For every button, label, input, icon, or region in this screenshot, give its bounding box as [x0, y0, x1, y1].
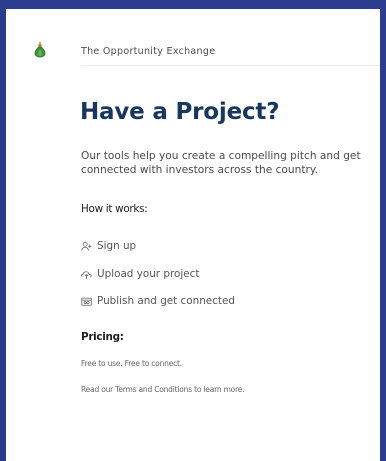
flame-drop-icon — [34, 41, 46, 58]
upload-icon — [81, 270, 92, 279]
how-it-works-heading: How it works: — [81, 203, 148, 215]
step-label: Upload your project — [97, 268, 200, 280]
step-label: Sign up — [97, 240, 137, 252]
pricing-heading: Pricing: — [81, 331, 124, 343]
add-user-icon — [81, 241, 92, 251]
page-title: Have a Project? — [80, 99, 280, 125]
pricing-text: Free to use. Free to connect. — [81, 359, 182, 368]
intro-text: Our tools help you create a compelling p… — [81, 150, 361, 176]
header-divider — [81, 65, 379, 66]
step-label: Publish and get connected — [97, 295, 235, 307]
brand-name[interactable]: The Opportunity Exchange — [81, 46, 215, 57]
step-sign-up[interactable]: Sign up — [81, 239, 136, 253]
step-upload-project[interactable]: Upload your project — [81, 267, 199, 281]
project-panel: The Opportunity Exchange Have a Project?… — [6, 9, 380, 461]
step-publish[interactable]: Publish and get connected — [81, 294, 235, 308]
terms-link[interactable]: Read our Terms and Conditions to learn m… — [81, 385, 245, 394]
publish-icon — [81, 297, 92, 306]
